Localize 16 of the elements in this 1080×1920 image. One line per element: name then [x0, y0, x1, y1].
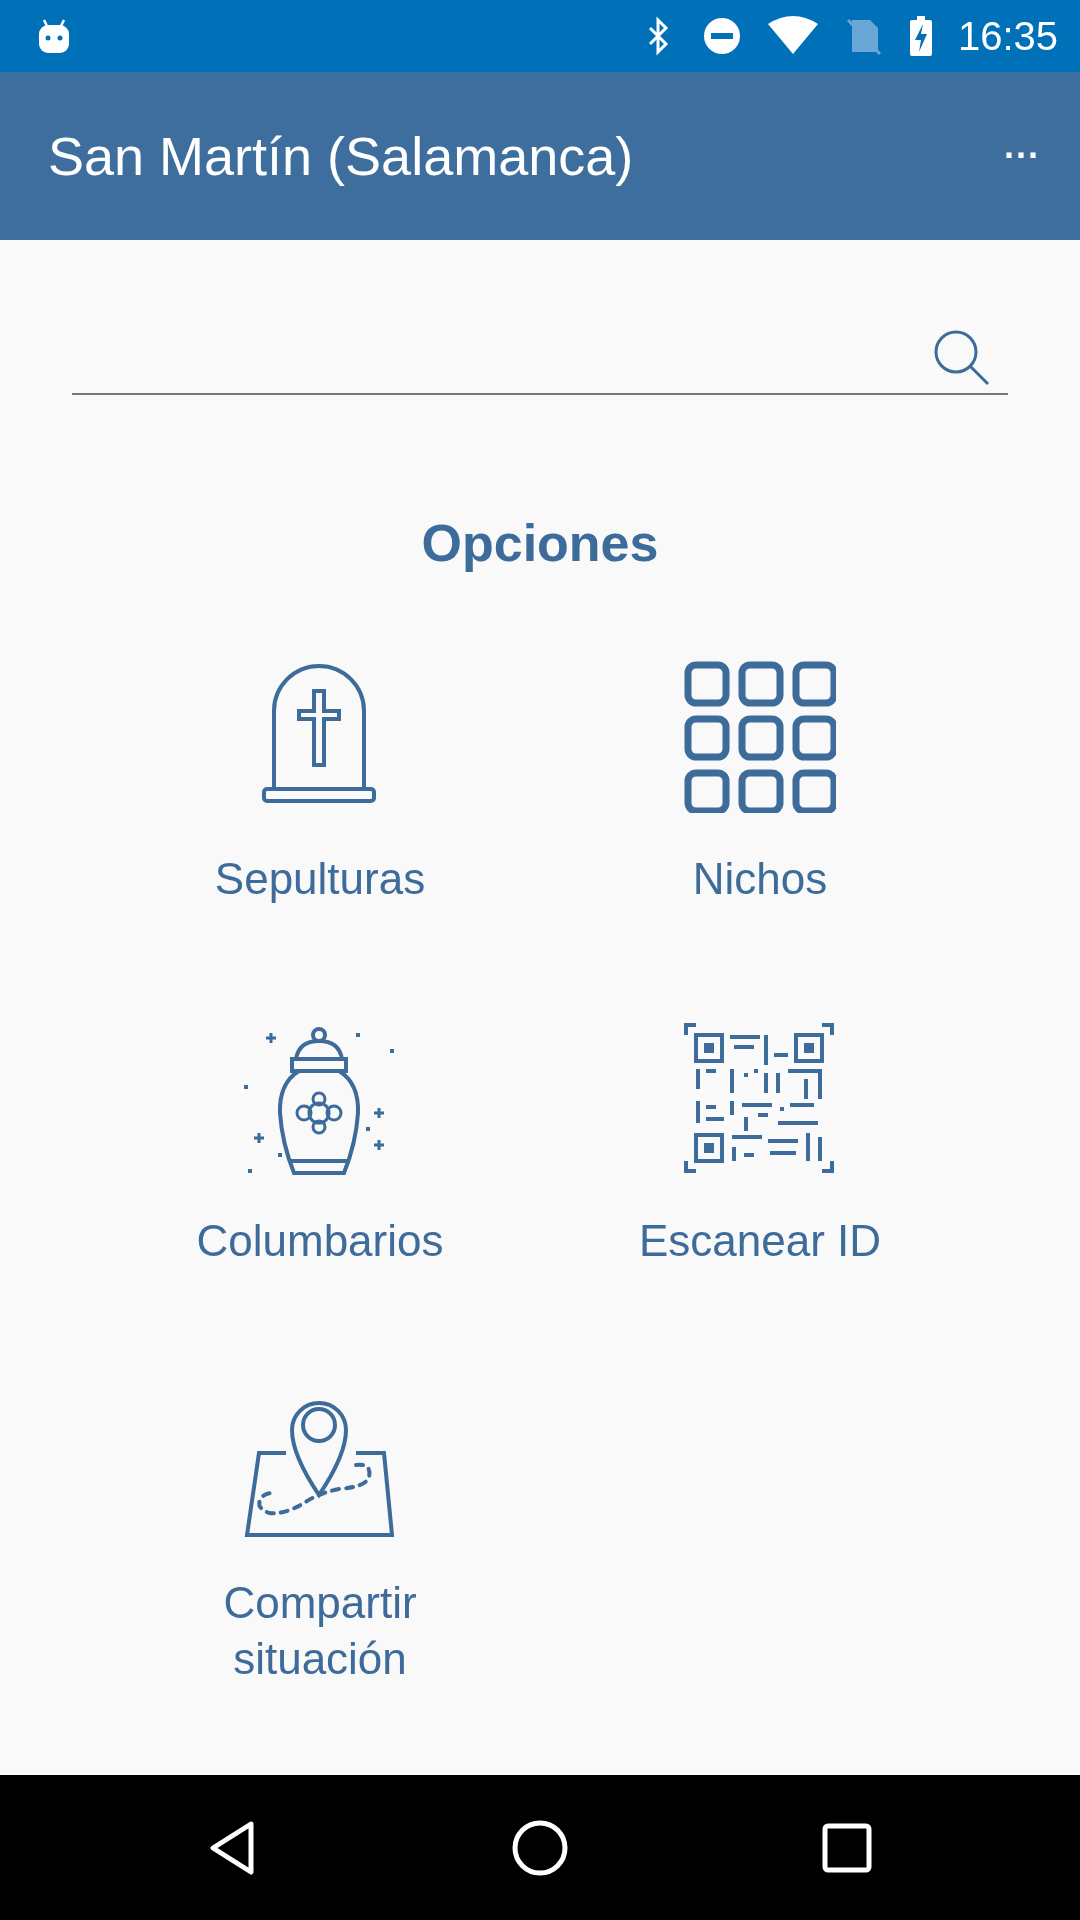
option-label[interactable]: Escanear ID: [610, 1213, 910, 1269]
do-not-disturb-icon: [701, 16, 742, 56]
app-title: San Martín (Salamanca): [48, 125, 634, 187]
qr-code-icon[interactable]: [684, 1023, 836, 1175]
overflow-menu-button[interactable]: ···: [1004, 135, 1040, 177]
option-label[interactable]: Sepulturas: [170, 851, 470, 907]
grid-icon[interactable]: [684, 661, 836, 813]
option-label[interactable]: Columbarios: [170, 1213, 470, 1269]
wifi-icon: [765, 16, 820, 56]
search-field[interactable]: [72, 328, 1008, 395]
status-time: 16:35: [957, 13, 1058, 59]
section-title: Opciones: [421, 513, 659, 573]
battery-icon: [907, 16, 934, 56]
search-icon[interactable]: [932, 328, 992, 388]
option-label[interactable]: Compartir situación: [170, 1575, 470, 1687]
option-label[interactable]: Nichos: [610, 851, 910, 907]
